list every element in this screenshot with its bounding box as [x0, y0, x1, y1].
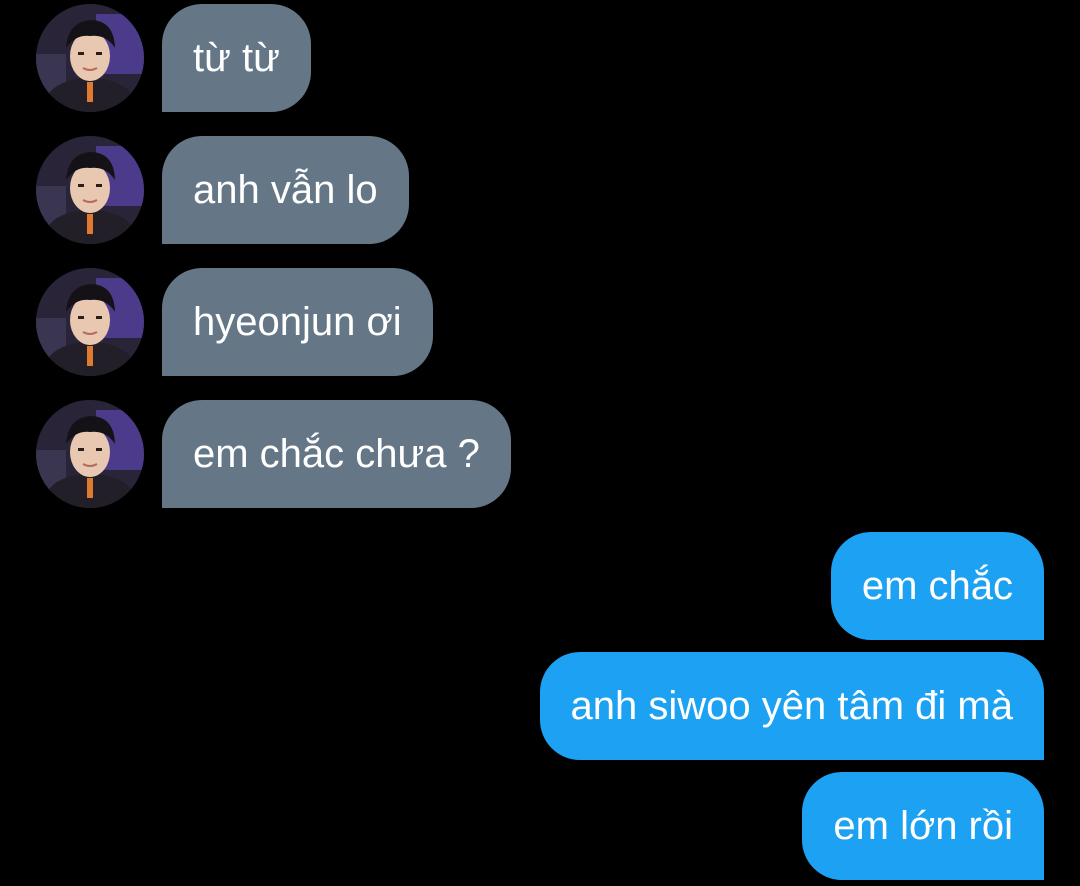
outgoing-message-bubble[interactable]: anh siwoo yên tâm đi mà — [539, 652, 1044, 760]
contact-avatar[interactable] — [36, 4, 144, 112]
incoming-message-bubble[interactable]: em chắc chưa ? — [162, 400, 511, 508]
message-text: anh siwoo yên tâm đi mà — [570, 683, 1013, 728]
avatar-photo — [36, 136, 144, 244]
message-text: em lớn rồi — [833, 803, 1013, 848]
avatar-photo — [36, 268, 144, 376]
incoming-message-bubble[interactable]: từ từ — [162, 4, 311, 112]
outgoing-message-bubble[interactable]: em chắc — [830, 532, 1044, 640]
incoming-message-bubble[interactable]: anh vẫn lo — [162, 136, 409, 244]
contact-avatar[interactable] — [36, 136, 144, 244]
avatar-photo — [36, 4, 144, 112]
message-text: anh vẫn lo — [193, 167, 378, 212]
avatar-photo — [36, 400, 144, 508]
incoming-message-bubble[interactable]: hyeonjun ơi — [162, 268, 433, 376]
outgoing-message-bubble[interactable]: em lớn rồi — [802, 772, 1044, 880]
message-text: từ từ — [193, 35, 280, 80]
message-text: em chắc chưa ? — [193, 431, 480, 476]
contact-avatar[interactable] — [36, 400, 144, 508]
message-text: em chắc — [861, 563, 1013, 608]
contact-avatar[interactable] — [36, 268, 144, 376]
message-text: hyeonjun ơi — [193, 299, 402, 344]
